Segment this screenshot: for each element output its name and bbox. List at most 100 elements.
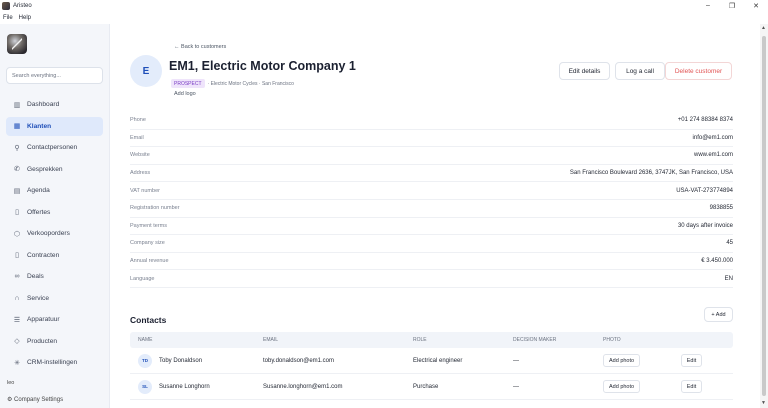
sidebar-item-label: Gesprekken [27, 165, 63, 173]
maximize-button[interactable]: ❐ [720, 2, 744, 10]
contact-name-cell: TD Toby Donaldson [130, 353, 263, 368]
scrollbar[interactable]: ▲ ▼ [760, 24, 768, 408]
contact-name: Toby Donaldson [159, 357, 203, 364]
sidebar-item-apparatuur[interactable]: ☰ Apparatuur [6, 310, 103, 330]
field-label: Payment terms [130, 222, 167, 229]
contact-role: Purchase [413, 383, 439, 390]
handshake-icon: ∞ [14, 273, 20, 281]
avatar: TD [138, 353, 152, 368]
sidebar-item-label: Deals [27, 273, 44, 281]
sidebar-item-label: Producten [27, 337, 58, 345]
field-row: Email info@em1.com [130, 130, 733, 148]
scroll-thumb[interactable] [762, 36, 766, 396]
field-value: +01 274 88384 8374 [677, 117, 733, 124]
sidebar-item-deals[interactable]: ∞ Deals [6, 267, 103, 287]
avatar: SL [138, 379, 152, 394]
document-icon: ▯ [15, 209, 19, 217]
phone-icon: ✆ [14, 166, 20, 174]
company-avatar: E [130, 55, 162, 87]
field-value: 30 days after invoice [677, 222, 733, 229]
field-value: 9838855 [709, 205, 733, 212]
column-photo: PHOTO [603, 337, 621, 343]
scroll-down-icon[interactable]: ▼ [761, 400, 766, 406]
field-row: VAT number USA-VAT-273774894 [130, 182, 733, 200]
contact-decision-maker: — [513, 383, 519, 390]
field-value: € 3.450.000 [701, 258, 733, 265]
sidebar-item-klanten[interactable]: ▦ Klanten [6, 116, 103, 136]
field-row: Language EN [130, 270, 733, 288]
sidebar-item-label: Contracten [27, 251, 60, 259]
sidebar-item-contactpersonen[interactable]: ⚲ Contactpersonen [6, 138, 103, 158]
field-row: Address San Francisco Boulevard 2636, 374… [130, 165, 733, 183]
field-label: Registration number [130, 205, 180, 212]
menu-help[interactable]: Help [19, 15, 31, 21]
close-button[interactable]: ✕ [744, 2, 768, 10]
field-label: VAT number [130, 187, 160, 194]
calendar-icon: ▤ [13, 187, 21, 195]
sidebar-item-label: Service [27, 294, 49, 302]
field-label: Language [130, 275, 155, 282]
contact-name-cell: SL Susanne Longhorn [130, 379, 263, 394]
field-row: Registration number 9838855 [130, 200, 733, 218]
table-row: SL Susanne Longhorn Susanne.longhorn@em1.c… [130, 374, 733, 400]
add-contact-button[interactable]: + Add [704, 307, 733, 322]
company-subtitle: · Electric Motor Cycles · San Francisco [207, 80, 294, 87]
sidebar-item-dashboard[interactable]: ▥ Dashboard [6, 95, 103, 115]
window-title: Aristeo [13, 3, 32, 9]
title-bar: Aristeo – ❐ ✕ [0, 0, 768, 12]
edit-contact-button[interactable]: Edit [681, 354, 702, 367]
delete-customer-button[interactable]: Delete customer [665, 62, 732, 80]
field-label: Company size [130, 240, 165, 247]
company-meta: PROSPECT · Electric Motor Cycles · San F… [171, 79, 294, 88]
sidebar-item-crm-instellingen[interactable]: ✳ CRM-instellingen [6, 353, 103, 373]
search-input[interactable]: Search everything... [6, 67, 103, 84]
app-logo[interactable] [7, 34, 27, 54]
field-label: Address [130, 170, 151, 177]
sidebar-item-label: Agenda [27, 187, 50, 195]
field-value: USA-VAT-273774894 [676, 187, 733, 194]
sidebar-item-label: CRM-instellingen [27, 359, 78, 367]
sidebar-item-gesprekken[interactable]: ✆ Gesprekken [6, 160, 103, 180]
company-settings-link[interactable]: ⚙ Company Settings [7, 396, 63, 403]
log-call-button[interactable]: Log a call [615, 62, 665, 80]
sidebar: Search everything... ▥ Dashboard ▦ Klanten ⚲… [0, 24, 110, 408]
sidebar-item-agenda[interactable]: ▤ Agenda [6, 181, 103, 201]
server-icon: ☰ [13, 316, 21, 324]
sidebar-item-label: Dashboard [27, 101, 60, 109]
edit-details-button[interactable]: Edit details [559, 62, 610, 80]
back-to-customers-link[interactable]: ← Back to customers [174, 44, 226, 50]
add-photo-button[interactable]: Add photo [603, 354, 641, 367]
sidebar-item-offertes[interactable]: ▯ Offertes [6, 203, 103, 223]
field-label: Website [130, 152, 150, 159]
sidebar-item-label: Klanten [27, 122, 52, 130]
page-title: EM1, Electric Motor Company 1 [169, 59, 356, 73]
main-content: ← Back to customers E EM1, Electric Moto… [110, 24, 760, 408]
add-photo-button[interactable]: Add photo [603, 380, 641, 393]
field-value: 45 [726, 240, 733, 247]
sidebar-item-service[interactable]: ∩ Service [6, 289, 103, 309]
minimize-button[interactable]: – [696, 2, 720, 10]
menu-file[interactable]: File [3, 15, 13, 21]
contacts-table: NAME EMAIL ROLE DECISION MAKER PHOTO TD T… [130, 332, 733, 400]
edit-contact-button[interactable]: Edit [681, 380, 702, 393]
gear-icon: ⚙ [7, 397, 15, 403]
field-row: Payment terms 30 days after invoice [130, 218, 733, 236]
sidebar-item-contracten[interactable]: ▯ Contracten [6, 246, 103, 266]
person-icon: ⚲ [14, 144, 20, 152]
add-logo-link[interactable]: Add logo [174, 91, 196, 97]
field-value: info@em1.com [692, 134, 733, 141]
sidebar-item-producten[interactable]: ◇ Producten [6, 332, 103, 352]
sidebar-item-verkooporders[interactable]: ⬡ Verkooporders [6, 224, 103, 244]
table-header: NAME EMAIL ROLE DECISION MAKER PHOTO [130, 332, 733, 348]
bar-chart-icon: ▥ [13, 101, 21, 109]
user-name: leo [7, 380, 15, 386]
sidebar-nav: ▥ Dashboard ▦ Klanten ⚲ Contactpersonen ✆ Gespr… [6, 95, 103, 375]
scroll-up-icon[interactable]: ▲ [761, 25, 766, 31]
box-icon: ⬡ [13, 230, 21, 238]
field-value: EN [724, 275, 733, 282]
column-decision-maker: DECISION MAKER [513, 337, 557, 343]
gear-icon: ✳ [14, 359, 20, 367]
contact-decision-maker: — [513, 357, 519, 364]
app-logo-icon [2, 2, 10, 10]
contract-icon: ▯ [15, 252, 19, 260]
